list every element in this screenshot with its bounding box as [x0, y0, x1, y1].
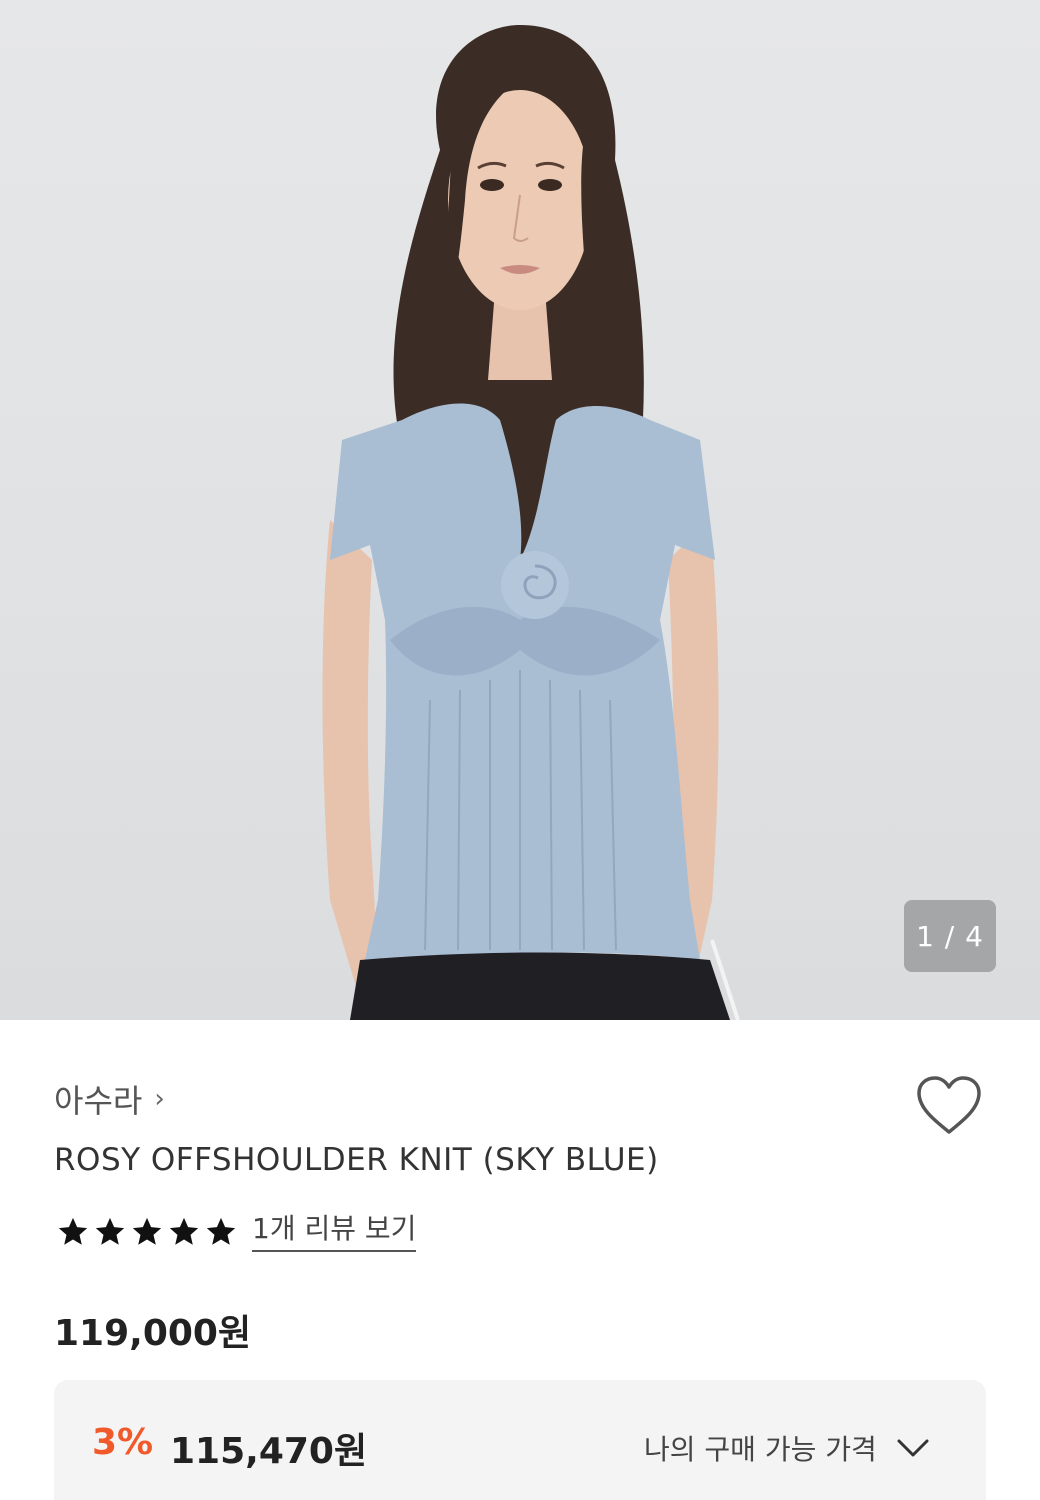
image-pager: 1 / 4 [904, 900, 996, 972]
chevron-right-icon: › [154, 1084, 165, 1114]
model-photo [322, 25, 740, 1020]
discount-price: 115,470원 [170, 1431, 368, 1472]
review-link[interactable]: 1개 리뷰 보기 [252, 1212, 417, 1252]
star-rating [56, 1215, 238, 1249]
heart-icon[interactable] [914, 1074, 984, 1138]
rating-row: 1개 리뷰 보기 [56, 1212, 417, 1252]
star-icon [58, 1217, 88, 1245]
product-image[interactable]: 1 / 4 [0, 0, 1040, 1020]
product-title: ROSY OFFSHOULDER KNIT (SKY BLUE) [54, 1142, 659, 1178]
star-icon [95, 1217, 125, 1245]
my-price-label: 나의 구매 가능 가격 [644, 1433, 877, 1466]
brand-name: 아수라 [54, 1082, 143, 1120]
star-icon [132, 1217, 162, 1245]
star-icon [206, 1217, 236, 1245]
star-icon [169, 1217, 199, 1245]
chevron-down-icon [897, 1439, 929, 1457]
my-price-toggle[interactable]: 나의 구매 가능 가격 [644, 1428, 931, 1468]
pager-text: 1 / 4 [916, 919, 984, 953]
discount-rate: 3% [92, 1422, 154, 1463]
original-price: 119,000원 [54, 1313, 252, 1354]
brand-link[interactable]: 아수라 › [54, 1076, 165, 1122]
discount-box[interactable]: 3% 115,470원 나의 구매 가능 가격 [54, 1380, 986, 1500]
